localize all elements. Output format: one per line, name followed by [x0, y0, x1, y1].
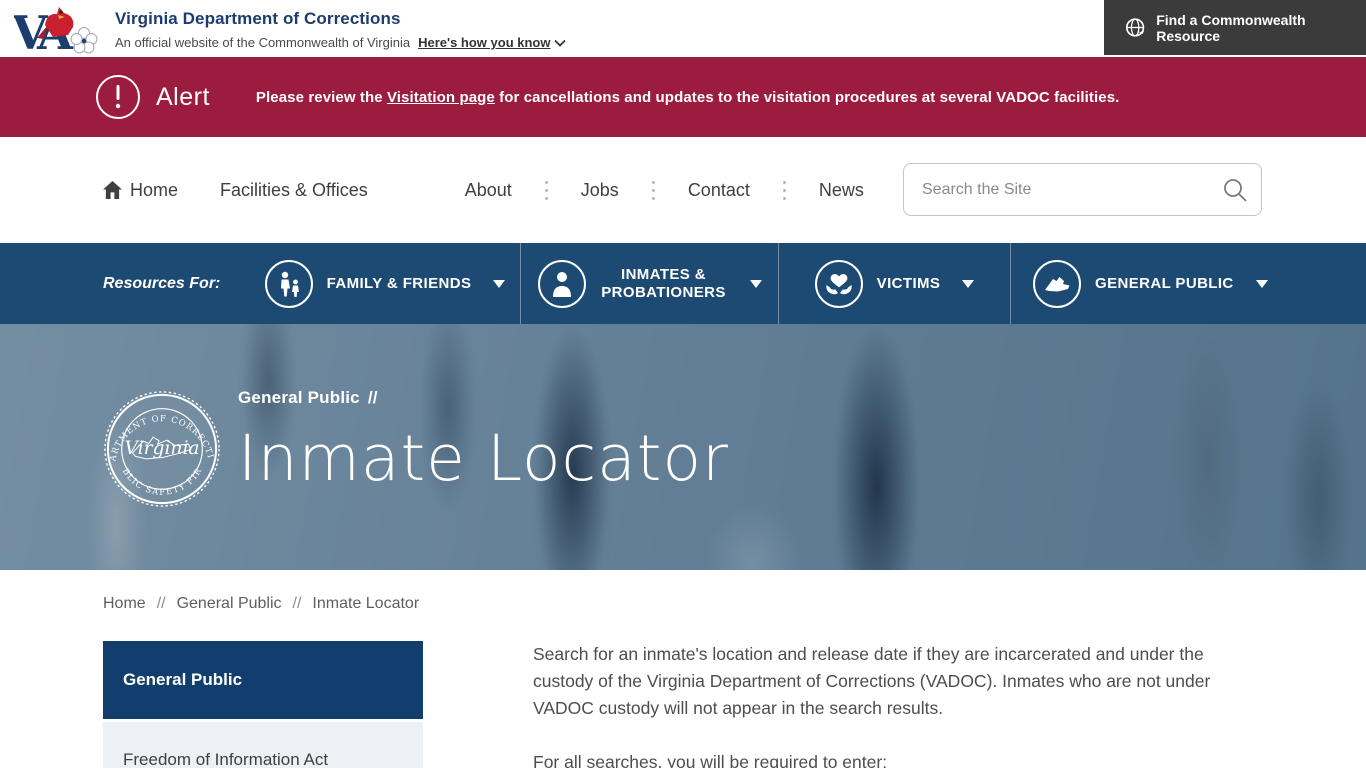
resources-for-bar: Resources For: FAMILY & FRIENDS INMATES …	[0, 243, 1366, 324]
chevron-down-icon	[962, 280, 974, 288]
chevron-down-icon	[554, 39, 566, 47]
resources-for-label: Resources For:	[0, 243, 250, 324]
breadcrumb-general-public[interactable]: General Public	[177, 595, 282, 613]
chevron-down-icon	[750, 280, 762, 288]
resource-box-label: Find a Commonwealth Resource	[1156, 12, 1366, 44]
alert-label: Alert	[156, 83, 210, 112]
alert-banner: Alert Please review the Visitation page …	[0, 57, 1366, 137]
resources-dropdown-family-friends[interactable]: FAMILY & FRIENDS	[250, 243, 520, 324]
chevron-down-icon	[493, 280, 505, 288]
alert-message: Please review the Visitation page for ca…	[256, 89, 1120, 106]
globe-icon	[1124, 16, 1146, 39]
nav-item-news[interactable]: News	[819, 180, 864, 201]
visitation-page-link[interactable]: Visitation page	[387, 89, 495, 106]
sidebar-item-general-public-active[interactable]: General Public	[103, 641, 423, 719]
hero-breadcrumb-general-public[interactable]: General Public//	[238, 388, 729, 408]
nav-item-contact[interactable]: Contact	[688, 180, 750, 201]
nav-divider	[545, 181, 548, 200]
chevron-down-icon	[1256, 280, 1268, 288]
requirements-lead-paragraph: For all searches, you will be required t…	[533, 749, 1257, 768]
virginia-state-icon	[1033, 260, 1081, 308]
page-content: General Public Freedom of Information Ac…	[0, 641, 1366, 768]
breadcrumb-home[interactable]: Home	[103, 595, 146, 613]
va-cardinal-logo-icon: VA	[14, 3, 110, 55]
nav-item-about[interactable]: About	[465, 180, 512, 201]
alert-exclamation-icon	[96, 75, 140, 119]
section-sidebar: General Public Freedom of Information Ac…	[103, 641, 423, 768]
nav-divider	[783, 181, 786, 200]
breadcrumb: Home // General Public // Inmate Locator	[0, 595, 1366, 613]
intro-paragraph: Search for an inmate's location and rele…	[533, 641, 1257, 722]
nav-item-facilities-offices[interactable]: Facilities & Offices	[220, 180, 368, 201]
site-search-input[interactable]	[903, 163, 1262, 216]
vadoc-logo[interactable]: VA	[14, 3, 110, 55]
seal-center-text: Virginia	[124, 438, 199, 459]
search-icon	[1222, 177, 1248, 203]
resources-dropdown-inmates-probationers[interactable]: INMATES & PROBATIONERS	[520, 243, 778, 324]
resources-dropdown-general-public[interactable]: GENERAL PUBLIC	[1010, 243, 1366, 324]
person-icon	[538, 260, 586, 308]
nav-divider	[652, 181, 655, 200]
home-icon	[103, 181, 122, 199]
site-header: VA Virginia Department of Corrections An…	[0, 0, 1366, 57]
page-title: Inmate Locator	[238, 422, 729, 495]
main-article: Search for an inmate's location and rele…	[533, 641, 1257, 768]
resources-dropdown-victims[interactable]: VICTIMS	[778, 243, 1010, 324]
search-submit-button[interactable]	[1222, 176, 1250, 204]
breadcrumb-current-page: Inmate Locator	[312, 595, 419, 613]
family-icon	[265, 260, 313, 308]
nav-item-jobs[interactable]: Jobs	[581, 180, 619, 201]
site-title[interactable]: Virginia Department of Corrections	[115, 9, 566, 29]
hero-banner: DEPARTMENT OF CORRECTIONS PUBLIC SAFETY …	[0, 324, 1366, 570]
heres-how-you-know-toggle[interactable]: Here's how you know	[418, 35, 566, 50]
nav-item-home[interactable]: Home	[103, 180, 178, 201]
primary-nav: Home Facilities & Offices About Jobs Con…	[0, 137, 1366, 243]
find-commonwealth-resource-button[interactable]: Find a Commonwealth Resource	[1104, 0, 1366, 55]
hands-heart-icon	[815, 260, 863, 308]
sidebar-item-foia[interactable]: Freedom of Information Act	[103, 719, 423, 768]
vadoc-seal: DEPARTMENT OF CORRECTIONS PUBLIC SAFETY …	[103, 390, 221, 508]
official-site-text: An official website of the Commonwealth …	[115, 35, 410, 50]
